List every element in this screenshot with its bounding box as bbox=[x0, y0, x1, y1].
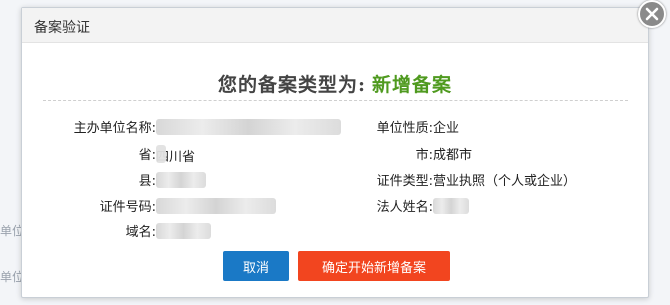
field-value-wrap: 四川省 bbox=[156, 145, 195, 165]
field-label: 法人姓名: bbox=[376, 200, 433, 215]
close-button[interactable] bbox=[638, 0, 666, 28]
field-id-number: 证件号码: bbox=[46, 196, 276, 215]
redacted-value bbox=[156, 198, 276, 214]
field-label: 证件号码: bbox=[99, 200, 156, 215]
field-certificate-type: 证件类型:营业执照（个人或企业） bbox=[353, 170, 576, 189]
redacted-value bbox=[156, 172, 206, 188]
dialog-divider bbox=[43, 100, 628, 101]
field-province: 省:四川省 bbox=[46, 144, 195, 165]
field-county: 县: bbox=[46, 170, 206, 189]
record-verification-dialog: 备案验证 您的备案类型为: 新增备案 主办单位名称: 省:四川省 县: 证件号码:… bbox=[21, 7, 649, 298]
dialog-title: 备案验证 bbox=[34, 20, 90, 36]
field-label: 证件类型: bbox=[376, 174, 433, 189]
record-type-prefix: 您的备案类型为: bbox=[217, 74, 366, 96]
field-value: 企业 bbox=[433, 121, 460, 136]
confirm-new-record-button[interactable]: 确定开始新增备案 bbox=[298, 251, 450, 281]
field-label: 省: bbox=[138, 148, 156, 163]
redacted-value bbox=[156, 223, 211, 239]
field-organizer-name: 主办单位名称: bbox=[46, 117, 341, 136]
field-label: 县: bbox=[138, 174, 156, 189]
cancel-button[interactable]: 取消 bbox=[223, 251, 289, 281]
field-legal-person: 法人姓名: bbox=[353, 196, 469, 215]
redaction-overlay bbox=[156, 145, 166, 163]
redacted-value bbox=[156, 119, 341, 135]
dialog-header: 备案验证 bbox=[22, 8, 648, 43]
field-label: 主办单位名称: bbox=[73, 121, 156, 136]
field-label: 市: bbox=[415, 148, 433, 163]
redacted-value bbox=[433, 198, 469, 214]
record-type-headline: 您的备案类型为: 新增备案 bbox=[22, 70, 648, 97]
field-value: 成都市 bbox=[433, 148, 473, 163]
record-type-value: 新增备案 bbox=[372, 74, 453, 96]
field-label: 域名: bbox=[125, 225, 156, 240]
field-domain: 域名: bbox=[46, 221, 211, 240]
field-city: 市:成都市 bbox=[353, 144, 472, 163]
field-organization-type: 单位性质:企业 bbox=[353, 117, 459, 136]
field-label: 单位性质: bbox=[376, 121, 433, 136]
field-value: 营业执照（个人或企业） bbox=[433, 174, 577, 189]
